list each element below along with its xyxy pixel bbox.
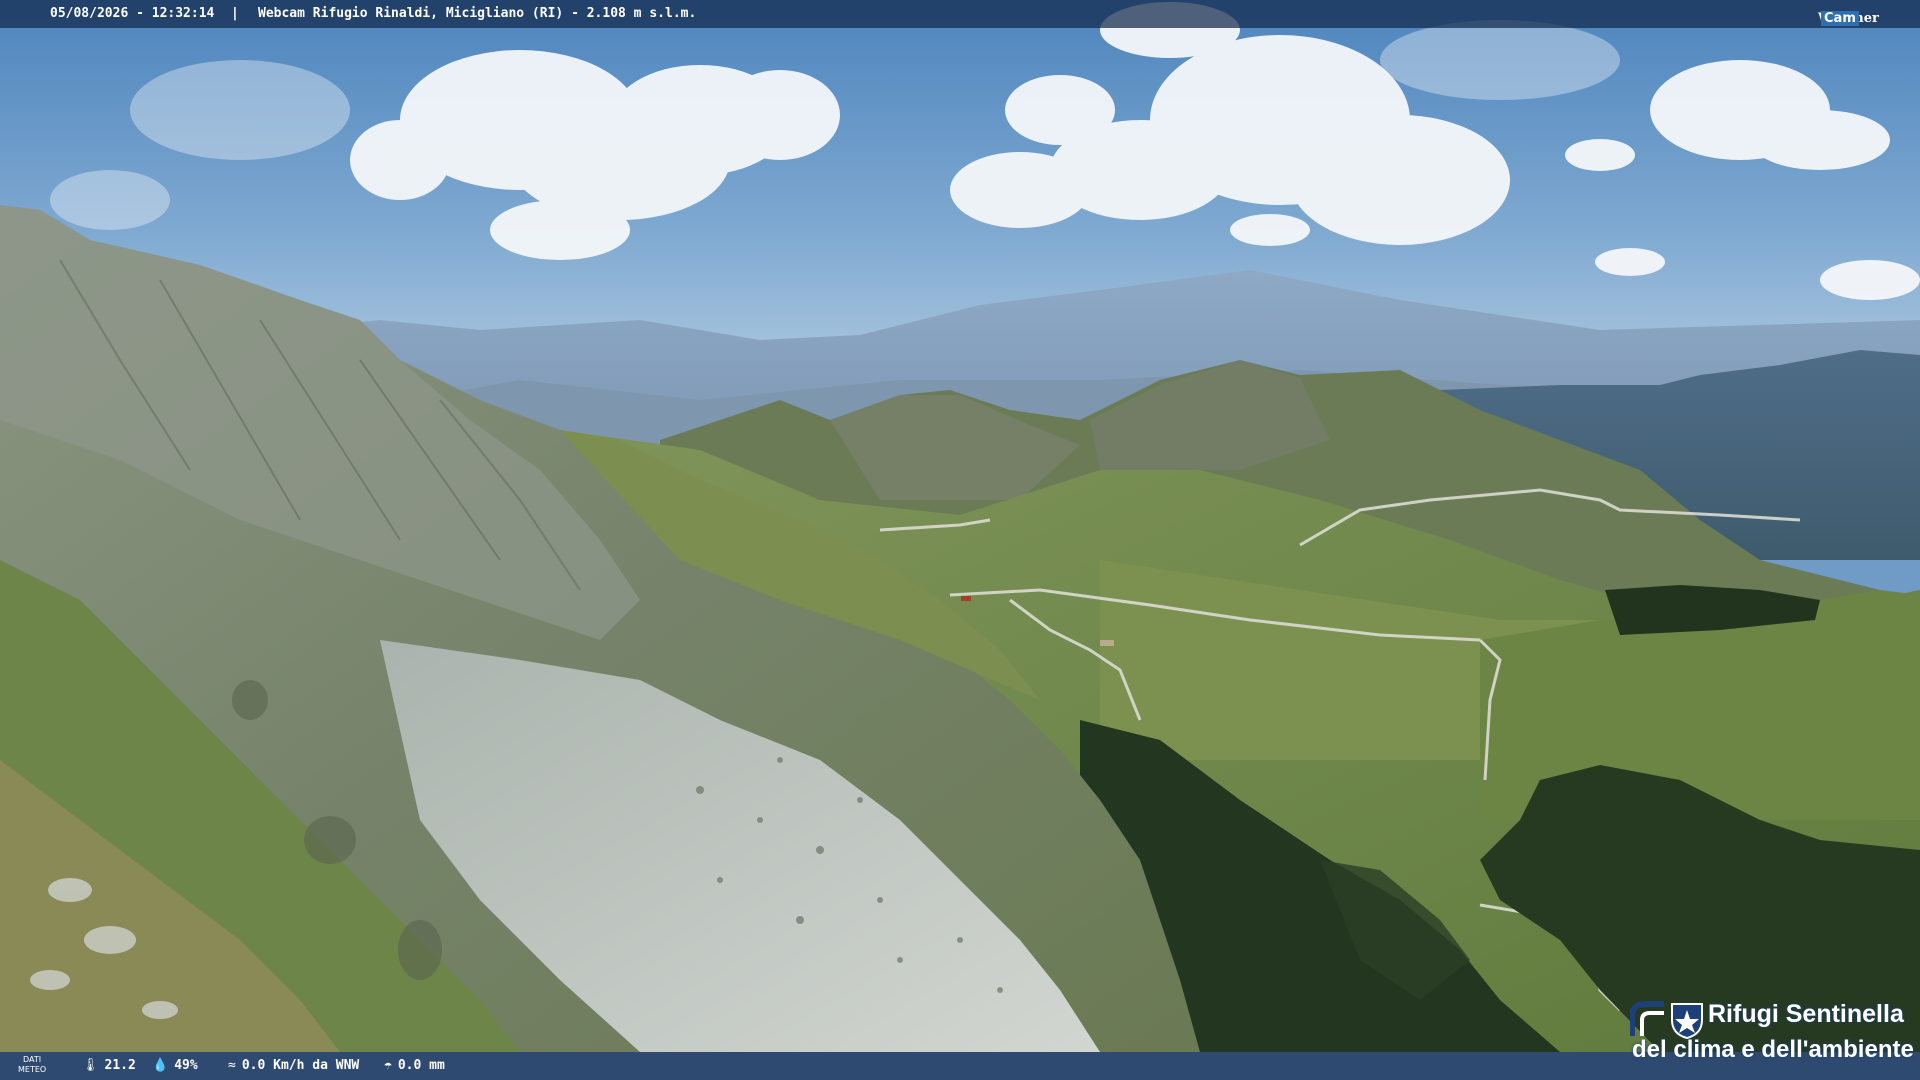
weather-label-line2: METEO	[18, 1065, 47, 1074]
temperature-value: 21.2	[104, 1058, 136, 1073]
logo-line-1: Rifugi Sentinella	[1708, 1000, 1904, 1028]
sentinella-emblem-icon	[1630, 1001, 1703, 1040]
timestamp: 05/08/2026 - 12:32:14	[50, 6, 215, 21]
humidity-reading: 💧 49%	[152, 1058, 198, 1073]
brand-cam-text: Cam	[1821, 11, 1859, 26]
mountain-landscape	[0, 0, 1920, 1052]
temperature-reading: 🌡 21.2	[82, 1058, 136, 1073]
rain-icon: ☂	[384, 1058, 392, 1073]
rain-value: 0.0 mm	[397, 1058, 445, 1073]
wind-icon: ≈	[228, 1058, 236, 1073]
header-separator: |	[231, 6, 239, 21]
thermometer-icon: 🌡	[82, 1058, 99, 1073]
header-bar: 05/08/2026 - 12:32:14 | Webcam Rifugio R…	[0, 0, 1920, 28]
wind-value: 0.0 Km/h da WNW	[241, 1058, 360, 1073]
wind-reading: ≈0.0 Km/h da WNW	[228, 1058, 359, 1073]
humidity-icon: 💧	[152, 1058, 169, 1073]
rifugi-sentinella-logo: Rifugi Sentinella del clima e dell'ambie…	[1626, 998, 1916, 1072]
weather-label-line1: DATI	[23, 1055, 42, 1064]
rain-reading: ☂ 0.0 mm	[384, 1058, 445, 1073]
logo-line-2: del clima e dell'ambiente	[1632, 1036, 1914, 1063]
humidity-value: 49%	[174, 1058, 198, 1073]
webcam-title: Webcam Rifugio Rinaldi, Micigliano (RI) …	[258, 6, 697, 21]
weather-data-label: DATI METEO	[18, 1055, 46, 1075]
